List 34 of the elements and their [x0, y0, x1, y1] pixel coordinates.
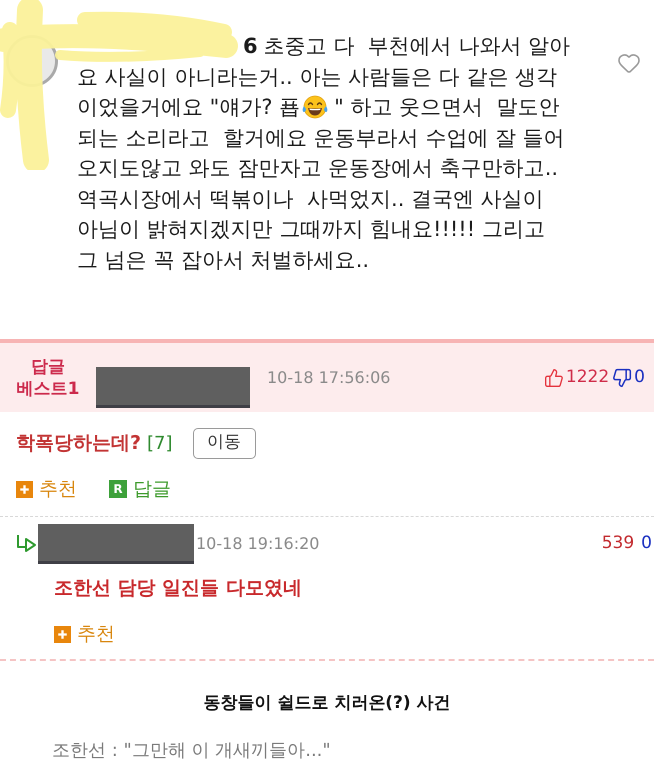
comment-timestamp: 10-18 19:16:20 — [196, 533, 320, 555]
reply-arrow-icon — [16, 534, 38, 554]
reply-text: 조한선 담당 일진들 다모였네 — [54, 577, 302, 599]
comment-title: 학폭당하는데? — [16, 430, 142, 456]
comment-timestamp: 10-18 17:56:06 — [267, 366, 390, 388]
upvote-count: 1222 — [566, 366, 610, 389]
comment-text: 요 사실이 아니라는거.. 아는 사람들은 다 같은 생각 — [77, 64, 558, 90]
comment-text: " 하고 웃으면서 말도안 — [334, 94, 560, 121]
downvote-count: 0 — [641, 532, 652, 556]
plus-square-icon — [54, 626, 71, 642]
reply-badge: R — [109, 480, 127, 498]
best-reply-label: 답글 베스트1 — [16, 356, 80, 400]
reply-count[interactable]: [7] — [147, 430, 173, 456]
comment-text: 역곡시장에서 떡볶이나 사먹었지.. 결국엔 사실이 — [77, 186, 544, 212]
like-heart-icon[interactable] — [617, 51, 641, 75]
move-button[interactable]: 이동 — [192, 428, 256, 458]
recommend-button[interactable]: 추천 — [54, 623, 115, 645]
upvote-count: 539 — [602, 532, 634, 556]
plus-square-icon — [16, 480, 33, 498]
article-heading: 동창들이 쉴드로 치러온(?) 사건 — [203, 692, 451, 714]
comment-text: 그 넘은 꼭 잡아서 처벌하세요.. — [77, 246, 370, 274]
recommend-button[interactable]: 추천 — [16, 478, 77, 500]
username[interactable]: 6 — [243, 31, 258, 62]
article-quote: 조한선 : "그만해 이 개새끼들아..." — [52, 740, 331, 761]
comment-text: 오지도않고 와도 잠만자고 운동장에서 축구만하고.. — [77, 155, 558, 182]
comment-text: 이었을거에요 "얘가? 푭 — [77, 94, 300, 121]
downvote-count: 0 — [634, 366, 645, 389]
comment-text: 초중고 다 부천에서 나와서 알아 — [264, 33, 570, 60]
thumbs-up-icon[interactable] — [544, 368, 564, 388]
comment-text: 아님이 밝혀지겠지만 그때까지 힘내요!!!!! 그리고 — [77, 216, 545, 243]
thumbs-down-icon[interactable] — [612, 368, 632, 388]
comment-text: 되는 소리라고 할거에요 운동부라서 수업에 잘 들어 — [77, 124, 565, 152]
reply-button[interactable]: R 답글 — [109, 478, 171, 500]
laughing-tears-emoji-icon — [301, 94, 330, 120]
